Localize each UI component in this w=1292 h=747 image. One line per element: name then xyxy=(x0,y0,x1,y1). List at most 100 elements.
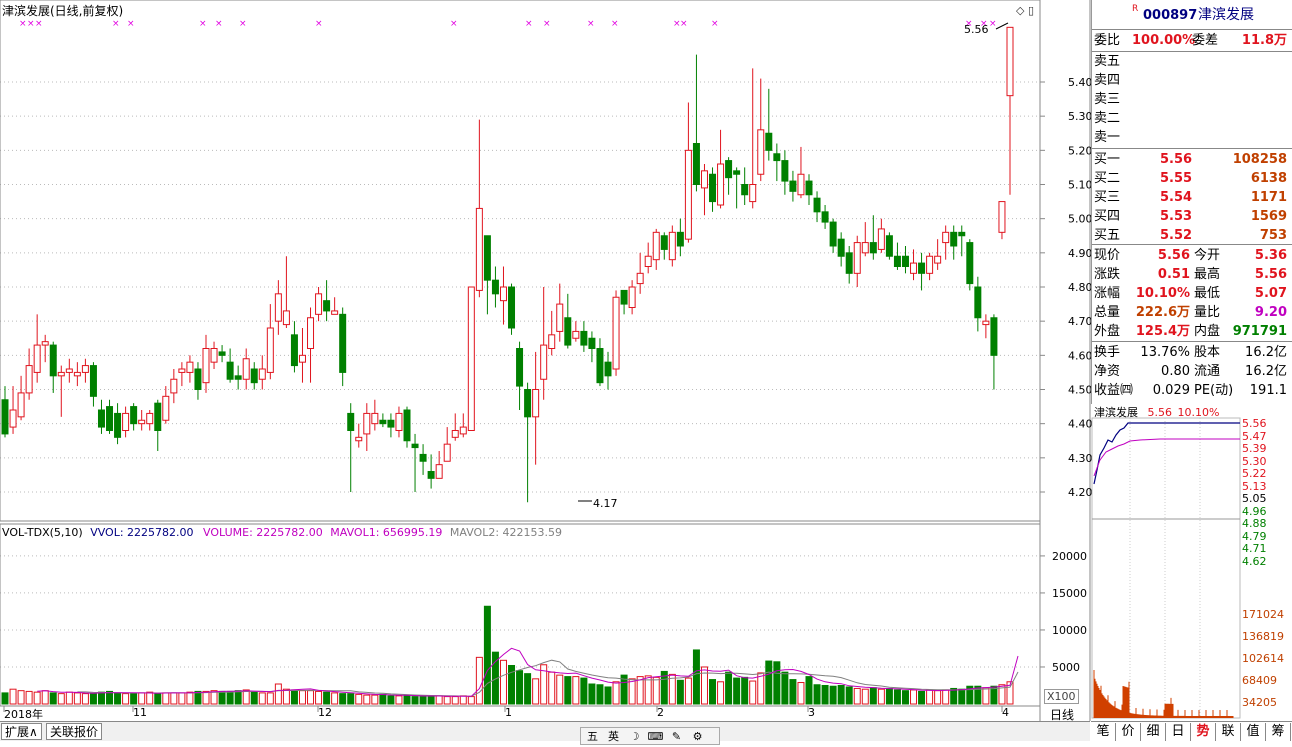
candle-body xyxy=(459,426,467,435)
right-tab[interactable]: 值 xyxy=(1241,723,1266,741)
candle-body xyxy=(837,238,845,257)
buy-level-row[interactable]: 买二 5.55 6138 xyxy=(1092,169,1291,188)
candle-body xyxy=(709,173,717,203)
ime-toolbar-icon[interactable]: 英 xyxy=(605,729,622,744)
candle-body xyxy=(331,310,339,315)
tab-related-quote[interactable]: 关联报价 xyxy=(46,723,103,740)
candle-body xyxy=(861,242,869,254)
candle-body xyxy=(33,344,41,373)
intraday-volume-tick: 171024 xyxy=(1242,608,1284,621)
right-tab[interactable]: 价 xyxy=(1116,723,1141,741)
ime-toolbar-icon[interactable]: ☽ xyxy=(626,729,643,744)
stat-label: 外盘 xyxy=(1094,324,1121,339)
right-tab[interactable]: 筹 xyxy=(1266,723,1291,741)
sell-level-label: 卖一 xyxy=(1094,130,1121,145)
candle-body xyxy=(556,303,564,332)
date-label: 3 xyxy=(808,706,815,719)
intraday-volume-tick: 68409 xyxy=(1242,674,1277,687)
volume-bar xyxy=(307,690,315,705)
right-tab[interactable]: 细 xyxy=(1141,723,1166,741)
volume-bar xyxy=(106,690,114,705)
tab-expand[interactable]: 扩展∧ xyxy=(1,723,42,740)
intraday-price-tick: 5.22 xyxy=(1242,467,1267,480)
candlestick-series[interactable] xyxy=(1,26,1014,503)
volume-series[interactable] xyxy=(1,605,1019,705)
buy-level-row[interactable]: 买四 5.53 1569 xyxy=(1092,207,1291,226)
price-tick-label: 5.30 xyxy=(1068,110,1093,123)
buy-level-label: 买四 xyxy=(1094,209,1121,224)
right-tab[interactable]: 势 xyxy=(1191,723,1216,741)
buy-level-row[interactable]: 买五 5.52 753 xyxy=(1092,226,1291,245)
price-tick-label: 4.70 xyxy=(1068,315,1093,328)
buy-level-price: 5.56 xyxy=(1160,152,1193,167)
volume-bar xyxy=(81,693,89,705)
candle-body xyxy=(451,430,459,438)
stock-code: 000897 xyxy=(1143,8,1198,23)
intraday-price-tick: 4.79 xyxy=(1242,529,1267,543)
candle-body xyxy=(717,163,725,206)
buy-level-volume: 1171 xyxy=(1250,190,1287,205)
volume-bar xyxy=(25,690,33,705)
stat-value: 5.56 xyxy=(1157,248,1190,263)
volume-bar xyxy=(901,690,909,705)
candle-body xyxy=(467,286,475,431)
volume-bar xyxy=(138,692,146,705)
candle-body xyxy=(805,180,813,196)
candle-body xyxy=(885,235,893,257)
candle-body xyxy=(797,173,805,196)
candle-body xyxy=(266,327,274,373)
candle-body xyxy=(194,368,202,390)
volume-bar xyxy=(926,689,934,705)
ime-toolbar-icon[interactable]: 五 xyxy=(584,729,601,744)
candle-body xyxy=(620,289,628,305)
intraday-price-tick: 4.96 xyxy=(1242,504,1267,518)
buy-level-row[interactable]: 买三 5.54 1171 xyxy=(1092,188,1291,207)
signal-marker: × xyxy=(27,19,35,29)
price-tick-label: 5.20 xyxy=(1068,144,1093,157)
signal-marker: × xyxy=(112,19,120,29)
buy-level-volume: 6138 xyxy=(1250,171,1287,186)
right-tab[interactable]: 日 xyxy=(1166,723,1191,741)
candle-body xyxy=(17,392,25,418)
volume-bar xyxy=(982,687,990,705)
volume-bar xyxy=(97,691,105,705)
quote-stat-row: 外盘 125.4万 内盘 971791 xyxy=(1092,322,1291,341)
stat-label: 涨幅 xyxy=(1094,286,1121,301)
right-tab[interactable]: 笔 xyxy=(1091,723,1116,741)
candle-body xyxy=(122,412,130,431)
intraday-name: 津滨发展 xyxy=(1094,406,1138,419)
candle-body xyxy=(660,235,668,250)
intraday-price-tick: 5.47 xyxy=(1242,429,1267,443)
volume-bar xyxy=(556,674,564,705)
candle-body xyxy=(700,170,708,189)
right-tab[interactable]: 联 xyxy=(1216,723,1241,741)
volume-tick-label: 10000 xyxy=(1052,624,1087,637)
volume-bar xyxy=(652,676,660,705)
volume-bar xyxy=(379,693,387,705)
ime-toolbar: 五英 ☽ ⌨ ✎ ⚙ xyxy=(580,727,720,745)
volume-bar xyxy=(580,677,588,705)
stat-label: 最低 xyxy=(1194,286,1221,301)
candle-body xyxy=(395,412,403,431)
buy-level-volume: 753 xyxy=(1259,228,1287,243)
candle-body xyxy=(475,207,483,291)
stat-label: 股本 xyxy=(1194,345,1221,360)
quote-stat-row: 换手 13.76% 股本 16.2亿 xyxy=(1092,343,1291,362)
volume-bar xyxy=(829,685,837,705)
candle-body xyxy=(435,464,443,479)
volume-bar xyxy=(869,687,877,705)
buy-level-row[interactable]: 买一 5.56 108258 xyxy=(1092,150,1291,169)
ime-toolbar-icon[interactable]: ✎ xyxy=(668,729,685,744)
candle-body xyxy=(226,361,234,380)
candle-body xyxy=(789,180,797,192)
candle-body xyxy=(315,293,323,315)
volume-tick-label: 5000 xyxy=(1052,661,1080,674)
signal-marker: × xyxy=(989,19,997,29)
ime-toolbar-icon[interactable]: ⌨ xyxy=(647,729,664,744)
mavol1-value: MAVOL1: 656995.19 xyxy=(330,526,443,539)
chart-window-icons[interactable]: ◇ ▯ xyxy=(1016,4,1034,17)
volume-bar xyxy=(202,690,210,705)
volume-bar xyxy=(564,676,572,705)
candle-body xyxy=(749,184,757,203)
ime-toolbar-icon[interactable]: ⚙ xyxy=(689,729,706,744)
